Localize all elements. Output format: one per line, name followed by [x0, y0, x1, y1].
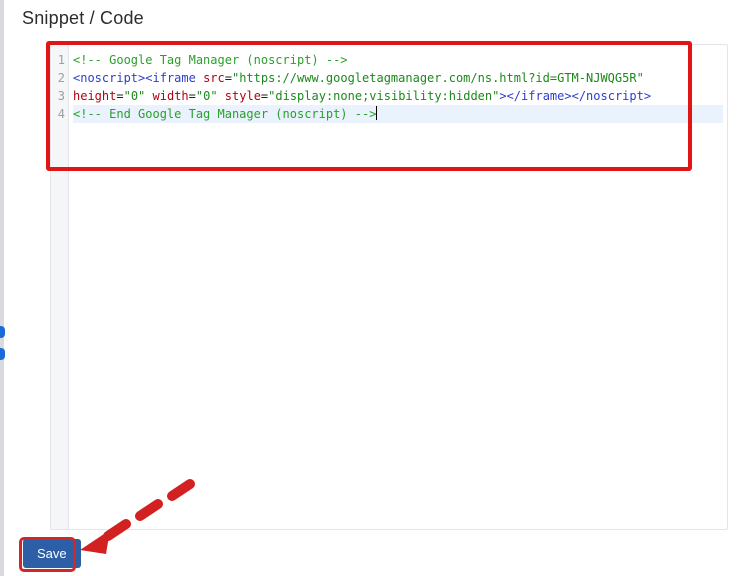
left-rail: [0, 0, 4, 576]
code-editor[interactable]: 1234 <!-- Google Tag Manager (noscript) …: [50, 44, 728, 530]
code-line[interactable]: <noscript><iframe src="https://www.googl…: [73, 69, 723, 87]
line-number: 4: [51, 105, 68, 123]
code-content[interactable]: <!-- Google Tag Manager (noscript) --><n…: [69, 45, 727, 529]
code-line[interactable]: <!-- Google Tag Manager (noscript) -->: [73, 51, 723, 69]
rail-marker: [0, 348, 5, 360]
line-number-gutter: 1234: [51, 45, 69, 529]
line-number: 1: [51, 51, 68, 69]
line-number: 2: [51, 69, 68, 87]
save-button[interactable]: Save: [23, 539, 81, 568]
section-title: Snippet / Code: [20, 0, 743, 39]
line-number: 3: [51, 87, 68, 105]
code-line[interactable]: <!-- End Google Tag Manager (noscript) -…: [73, 105, 723, 123]
code-line[interactable]: height="0" width="0" style="display:none…: [73, 87, 723, 105]
rail-marker: [0, 326, 5, 338]
